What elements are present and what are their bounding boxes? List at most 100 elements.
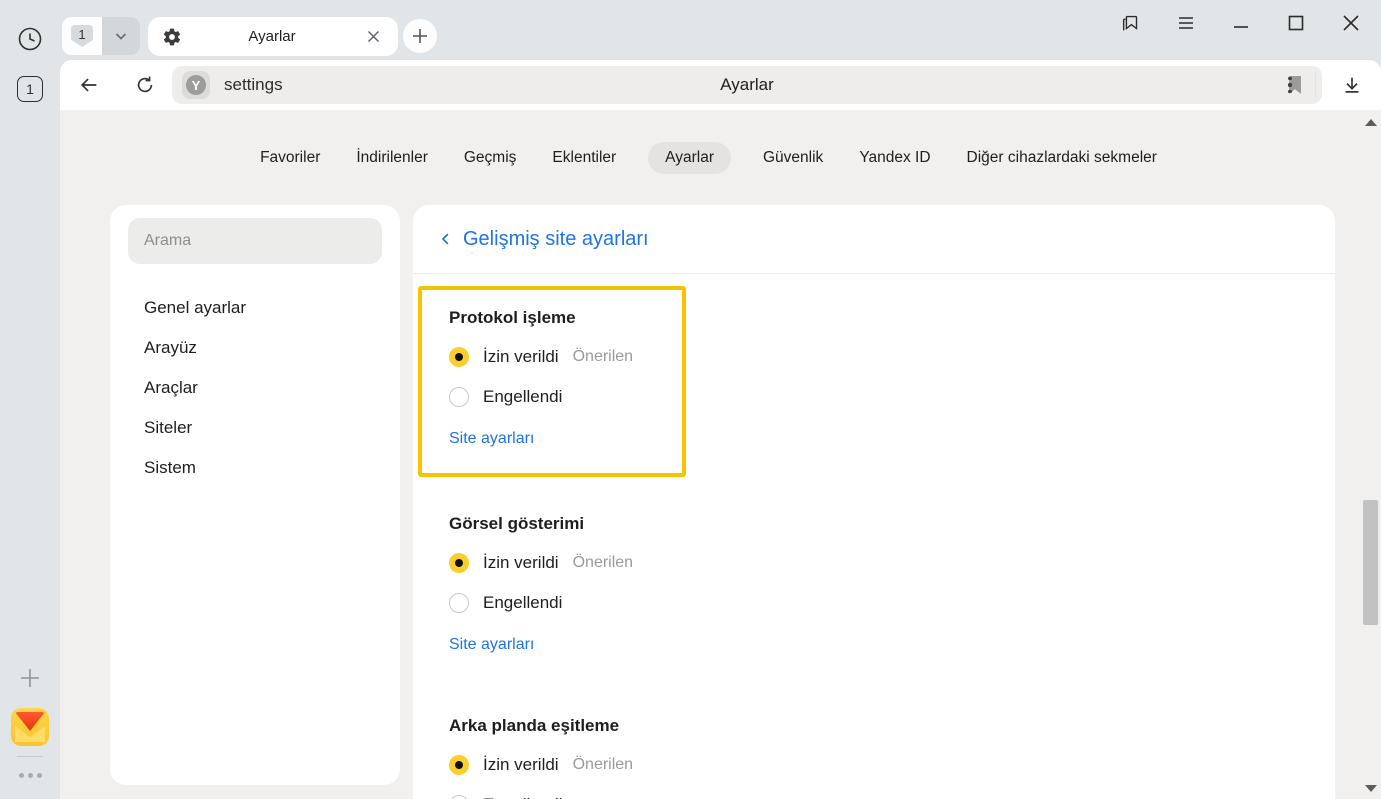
close-window-button[interactable] (1339, 11, 1363, 35)
toolbar-divider (1315, 71, 1316, 99)
history-clock-button[interactable] (17, 26, 43, 52)
recommended-label: Önerilen (573, 756, 633, 774)
tab-bar: 1 Ayarlar (60, 0, 1381, 60)
sidebar-item-araclar[interactable]: Araçlar (110, 368, 400, 408)
radio-label: İzin verildi (483, 755, 559, 775)
highlight-box: Protokol işleme İzin verildi Önerilen En… (418, 286, 686, 477)
back-arrow-icon (78, 74, 100, 96)
url-text: settings (224, 66, 283, 104)
tab-eklentiler[interactable]: Eklentiler (548, 142, 620, 174)
site-settings-link[interactable]: Site ayarları (449, 631, 534, 659)
settings-page: Favoriler İndirilenler Geçmiş Eklentiler… (60, 110, 1381, 799)
section-title: Protokol işleme (449, 305, 682, 331)
radio-option-allowed[interactable]: İzin verildi Önerilen (449, 543, 1335, 583)
tab-group-dropdown[interactable] (102, 17, 140, 55)
more-panels-button[interactable] (15, 769, 45, 781)
section-title: Görsel gösterimi (449, 511, 1335, 537)
site-settings-link[interactable]: Site ayarları (449, 425, 534, 453)
address-bar[interactable]: Y settings Ayarlar (172, 66, 1322, 104)
bookmarks-icon (1120, 12, 1142, 34)
page-menu-button[interactable] (1278, 73, 1302, 97)
site-favicon[interactable]: Y (182, 71, 210, 99)
download-icon (1341, 74, 1363, 96)
radio-label: Engellendi (483, 593, 562, 613)
scroll-down-arrow[interactable] (1365, 785, 1377, 792)
tab-guvenlik[interactable]: Güvenlik (759, 142, 827, 174)
tab-indirilenler[interactable]: İndirilenler (352, 142, 432, 174)
recommended-label: Önerilen (573, 348, 633, 366)
radio-selected-icon[interactable] (449, 553, 469, 573)
plus-icon (412, 28, 428, 44)
tab-gecmis[interactable]: Geçmiş (460, 142, 521, 174)
tab-counter-label: 1 (26, 81, 34, 97)
section-arka-planda-esitleme: Arka planda eşitleme İzin verildi Öneril… (449, 713, 1335, 799)
sidebar-item-sistem[interactable]: Sistem (110, 448, 400, 488)
search-input[interactable]: Arama (128, 218, 382, 264)
tab-title: Ayarlar (182, 28, 362, 45)
reload-button[interactable] (133, 73, 157, 97)
tab-ayarlar-selected[interactable]: Ayarlar (648, 142, 731, 174)
yandex-favicon-icon: Y (186, 75, 206, 95)
radio-label: İzin verildi (483, 553, 559, 573)
settings-nav-tabs: Favoriler İndirilenler Geçmiş Eklentiler… (60, 142, 1357, 174)
radio-label: Engellendi (483, 387, 562, 407)
tab-yandex-id[interactable]: Yandex ID (855, 142, 934, 174)
plus-icon (18, 666, 42, 690)
reload-icon (134, 74, 156, 96)
settings-main-panel: Gelişmiş site ayarları Protokol işleme İ… (413, 205, 1335, 799)
gear-icon (162, 27, 182, 47)
tab-ayarlar[interactable]: Ayarlar (148, 17, 398, 56)
new-tab-button[interactable] (403, 19, 437, 53)
settings-sidebar-items: Genel ayarlar Arayüz Araçlar Siteler Sis… (110, 288, 400, 488)
tab-group-badge: 1 (71, 25, 93, 47)
scroll-up-arrow[interactable] (1365, 119, 1377, 126)
sidebar-item-arayuz[interactable]: Arayüz (110, 328, 400, 368)
radio-unselected-icon[interactable] (449, 387, 469, 407)
browser-toolbar: Y settings Ayarlar (60, 60, 1381, 110)
minimize-button[interactable] (1229, 11, 1253, 35)
close-icon (1341, 13, 1361, 33)
radio-option-blocked[interactable]: Engellendi (449, 785, 1335, 799)
radio-option-allowed[interactable]: İzin verildi Önerilen (449, 337, 682, 377)
downloads-button[interactable] (1340, 73, 1364, 97)
minimize-icon (1231, 13, 1251, 33)
clock-icon (17, 26, 43, 52)
radio-option-allowed[interactable]: İzin verildi Önerilen (449, 745, 1335, 785)
chevron-down-icon (113, 28, 129, 44)
left-sidebar-strip: 1 (0, 0, 60, 799)
maximize-button[interactable] (1284, 11, 1308, 35)
radio-option-blocked[interactable]: Engellendi (449, 583, 1335, 623)
tab-counter-button[interactable]: 1 (17, 76, 43, 102)
bookmarks-panel-button[interactable] (1119, 11, 1143, 35)
tab-diger-cihazlar[interactable]: Diğer cihazlardaki sekmeler (963, 142, 1161, 174)
tab-group-button[interactable]: 1 (62, 17, 102, 55)
tab-group-control[interactable]: 1 (62, 17, 140, 55)
settings-sections: Protokol işleme İzin verildi Önerilen En… (413, 274, 1335, 799)
back-chevron-icon (433, 226, 459, 252)
tab-favoriler[interactable]: Favoriler (256, 142, 324, 174)
browser-menu-button[interactable] (1174, 11, 1198, 35)
tab-close-button[interactable] (362, 26, 384, 48)
radio-label: İzin verildi (483, 347, 559, 367)
radio-label: Engellendi (483, 795, 562, 799)
radio-selected-icon[interactable] (449, 755, 469, 775)
page-scrollbar[interactable] (1361, 110, 1381, 799)
recommended-label: Önerilen (573, 554, 633, 572)
sidebar-item-genel-ayarlar[interactable]: Genel ayarlar (110, 288, 400, 328)
radio-option-blocked[interactable]: Engellendi (449, 377, 682, 417)
ellipsis-icon (19, 773, 42, 778)
section-gorsel-gosterimi: Görsel gösterimi İzin verildi Önerilen E… (449, 511, 1335, 659)
scrollbar-thumb[interactable] (1363, 500, 1378, 625)
sidebar-item-siteler[interactable]: Siteler (110, 408, 400, 448)
back-header[interactable]: Gelişmiş site ayarları (413, 205, 1335, 274)
back-button[interactable] (77, 73, 101, 97)
strip-divider (17, 756, 43, 757)
radio-unselected-icon[interactable] (449, 593, 469, 613)
radio-selected-icon[interactable] (449, 347, 469, 367)
radio-unselected-icon[interactable] (449, 795, 469, 799)
yandex-mail-button[interactable] (11, 708, 49, 746)
add-panel-button[interactable] (17, 665, 43, 691)
section-protokol-isleme: Protokol işleme İzin verildi Önerilen En… (449, 305, 682, 453)
hamburger-icon (1176, 13, 1196, 33)
section-title: Arka planda eşitleme (449, 713, 1335, 739)
